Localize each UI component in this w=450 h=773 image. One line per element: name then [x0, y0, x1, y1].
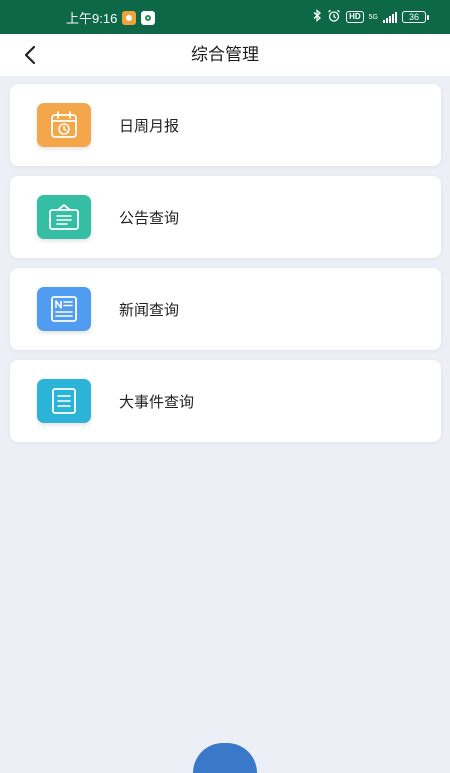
network-type: 5G [369, 14, 378, 21]
menu-item-label: 大事件查询 [119, 392, 195, 411]
back-button[interactable] [12, 38, 48, 72]
qq-notification-icon [122, 10, 137, 25]
calendar-clock-icon [37, 103, 91, 147]
menu-item-label: 新闻查询 [119, 300, 180, 319]
signal-icon [383, 11, 397, 23]
status-left: 上午9:16 [66, 8, 156, 27]
document-list-icon [37, 379, 91, 423]
page-title: 综合管理 [191, 45, 259, 65]
menu-item-label: 公告查询 [119, 208, 180, 227]
menu-item-label: 日周月报 [119, 116, 180, 135]
network-label: 5G [368, 13, 378, 21]
notice-board-icon [37, 195, 91, 239]
bluetooth-icon [312, 9, 322, 25]
battery-level: 36 [408, 12, 419, 22]
battery-icon: 36 [402, 11, 429, 23]
alarm-icon [327, 9, 341, 25]
status-bar: 上午9:16 HD 5G 36 [0, 0, 450, 34]
menu-item-news-query[interactable]: 新闻查询 [10, 268, 441, 350]
floating-home-button[interactable] [193, 743, 257, 773]
status-time: 上午9:16 [66, 11, 118, 26]
menu-item-major-events-query[interactable]: 大事件查询 [10, 360, 441, 442]
status-right: HD 5G 36 [312, 9, 429, 25]
menu-list: 日周月报 公告查询 新闻查询 大事件查询 [10, 84, 441, 452]
app-notification-icon [141, 10, 156, 25]
header-bar: 综合管理 [0, 34, 450, 76]
menu-item-daily-weekly-monthly-report[interactable]: 日周月报 [10, 84, 441, 166]
hd-icon: HD [346, 11, 364, 23]
chevron-left-icon [24, 45, 36, 65]
menu-item-announcement-query[interactable]: 公告查询 [10, 176, 441, 258]
newspaper-icon [37, 287, 91, 331]
